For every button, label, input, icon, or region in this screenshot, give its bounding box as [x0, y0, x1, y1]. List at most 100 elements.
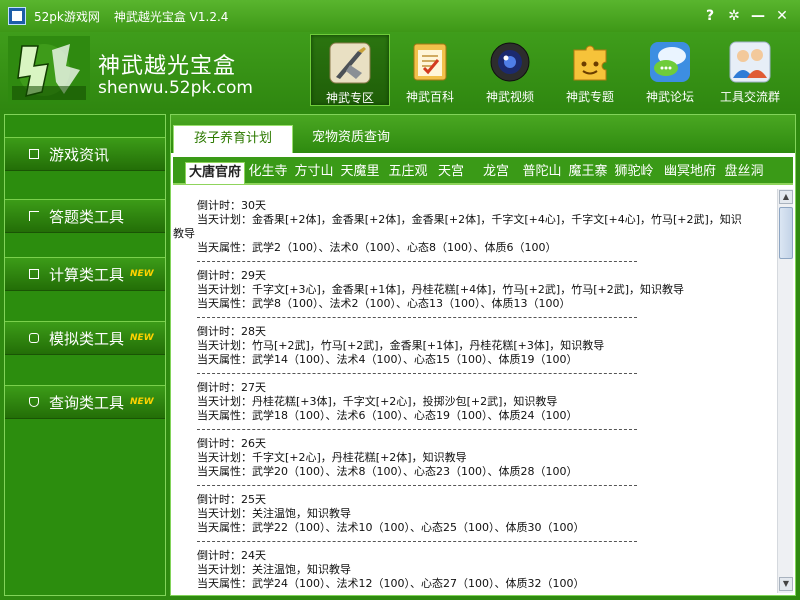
- sidebar-item-calc-tools[interactable]: 计算类工具 NEW: [5, 257, 165, 291]
- help-button[interactable]: ?: [700, 6, 720, 26]
- countdown: 倒计时：28天: [197, 325, 266, 338]
- nav-item-shenwu-topics[interactable]: 神武专题: [550, 34, 630, 106]
- brand-url: shenwu.52pk.com: [98, 78, 253, 98]
- notepad-icon: [408, 40, 452, 84]
- sect-tab[interactable]: 狮驼岭: [611, 162, 657, 184]
- close-button[interactable]: ✕: [772, 6, 792, 26]
- separator: [197, 541, 637, 542]
- nav-item-tools-group[interactable]: 工具交流群: [710, 34, 790, 106]
- countdown: 倒计时：30天: [197, 199, 266, 212]
- sect-tab[interactable]: 大唐官府: [185, 162, 245, 184]
- plan-content: 倒计时：30天 当天计划：金香果[+2体]，金香果[+2体]，金香果[+2体]，…: [173, 189, 777, 593]
- brand-name: 神武越光宝盒: [98, 54, 237, 79]
- app-icon: [8, 7, 26, 25]
- countdown: 倒计时：24天: [197, 549, 266, 562]
- nav-item-shenwu-zone[interactable]: 神武专区: [310, 34, 390, 106]
- tab-child-raising-plan[interactable]: 孩子养育计划: [173, 125, 293, 153]
- nav-label: 神武论坛: [645, 90, 694, 104]
- sidebar-item-label: 查询类工具: [49, 393, 125, 412]
- header: 神武越光宝盒 shenwu.52pk.com 神武专区 神武百科 神武视频 神武…: [0, 32, 800, 110]
- attribute-text: 当天属性：武学20（100）、法术8（100）、心态23（100）、体质28（1…: [197, 465, 578, 478]
- attribute-text: 当天属性：武学14（100）、法术4（100）、心态15（100）、体质19（1…: [197, 353, 578, 366]
- sword-shield-icon: [328, 41, 372, 85]
- plan-entry: 倒计时：26天 当天计划：千字文[+2心]，丹桂花糕[+2体]，知识教导 当天属…: [173, 437, 777, 486]
- nav-item-shenwu-wiki[interactable]: 神武百科: [390, 34, 470, 106]
- vertical-scrollbar[interactable]: ▲ ▼: [777, 189, 793, 593]
- sect-tab[interactable]: 魔王寨: [565, 162, 611, 184]
- countdown: 倒计时：25天: [197, 493, 266, 506]
- sidebar-item-label: 模拟类工具: [49, 329, 125, 348]
- plan-entry: 倒计时：24天 当天计划：关注温饱，知识教导 当天属性：武学24（100）、法术…: [173, 549, 777, 593]
- nav-item-shenwu-forum[interactable]: 神武论坛: [630, 34, 710, 106]
- plan-text-wrap: 教导: [173, 227, 195, 240]
- settings-button[interactable]: ✲: [724, 6, 744, 26]
- puzzle-icon: [568, 40, 612, 84]
- sect-tab[interactable]: 化生寺: [247, 162, 289, 184]
- thumbs-up-icon: [29, 397, 39, 407]
- sidebar-item-query-tools[interactable]: 查询类工具 NEW: [5, 385, 165, 419]
- calculator-icon: [29, 269, 39, 279]
- sidebar-item-quiz-tools[interactable]: 答题类工具: [5, 199, 165, 233]
- nav-item-shenwu-video[interactable]: 神武视频: [470, 34, 550, 106]
- gamepad-icon: [29, 333, 39, 343]
- separator: [197, 261, 637, 262]
- sect-tab[interactable]: 盘丝洞: [721, 162, 767, 184]
- nav-label: 神武视频: [485, 90, 534, 104]
- plan-text: 当天计划：金香果[+2体]，金香果[+2体]，金香果[+2体]，千字文[+4心]…: [197, 213, 742, 226]
- minimize-button[interactable]: —: [748, 6, 768, 26]
- attribute-text: 当天属性：武学8（100）、法术2（100）、心态13（100）、体质13（10…: [197, 297, 571, 310]
- game-logo: [8, 36, 90, 104]
- sidebar-item-label: 游戏资讯: [49, 145, 110, 164]
- sect-tab[interactable]: 方寸山: [293, 162, 335, 184]
- sect-tab[interactable]: 普陀山: [519, 162, 565, 184]
- plan-text: 当天计划：关注温饱，知识教导: [197, 507, 351, 520]
- plan-entry: 倒计时：25天 当天计划：关注温饱，知识教导 当天属性：武学22（100）、法术…: [173, 493, 777, 542]
- title-bar: 52pk游戏网 神武越光宝盒 V1.2.4 ? ✲ — ✕: [0, 0, 800, 32]
- news-icon: [29, 149, 39, 159]
- separator: [197, 373, 637, 374]
- site-name: 52pk游戏网: [34, 9, 100, 24]
- tab-bar: 孩子养育计划 宠物资质查询: [171, 115, 795, 153]
- attribute-text: 当天属性：武学24（100）、法术12（100）、心态27（100）、体质32（…: [197, 577, 585, 590]
- sect-tab[interactable]: 天宫: [435, 162, 467, 184]
- sidebar-item-sim-tools[interactable]: 模拟类工具 NEW: [5, 321, 165, 355]
- sect-tab[interactable]: 幽冥地府: [659, 162, 721, 184]
- sidebar-item-game-news[interactable]: 游戏资讯: [5, 137, 165, 171]
- scroll-down-icon[interactable]: ▼: [779, 577, 793, 591]
- plan-entry: 倒计时：27天 当天计划：丹桂花糕[+3体]，千字文[+2心]，投掷沙包[+2武…: [173, 381, 777, 430]
- users-icon: [728, 40, 772, 84]
- plan-entry: 倒计时：28天 当天计划：竹马[+2武]，竹马[+2武]，金香果[+1体]，丹桂…: [173, 325, 777, 374]
- sidebar: 游戏资讯 答题类工具 计算类工具 NEW 模拟类工具 NEW 查询类工具 NEW: [4, 114, 166, 596]
- plan-text: 当天计划：丹桂花糕[+3体]，千字文[+2心]，投掷沙包[+2武]，知识教导: [197, 395, 558, 408]
- new-badge: NEW: [130, 269, 154, 279]
- nav-label: 工具交流群: [719, 90, 780, 104]
- sect-tab[interactable]: 龙宫: [479, 162, 513, 184]
- sidebar-item-label: 答题类工具: [49, 207, 125, 226]
- camera-lens-icon: [488, 40, 532, 84]
- chat-bubbles-icon: [648, 40, 692, 84]
- plan-text: 当天计划：千字文[+2心]，丹桂花糕[+2体]，知识教导: [197, 451, 467, 464]
- attribute-text: 当天属性：武学2（100）、法术0（100）、心态8（100）、体质6（100）: [197, 241, 557, 254]
- plan-entry: 倒计时：30天 当天计划：金香果[+2体]，金香果[+2体]，金香果[+2体]，…: [173, 199, 777, 262]
- main-panel: 孩子养育计划 宠物资质查询 大唐官府 化生寺 方寸山 天魔里 五庄观 天宫 龙宫…: [170, 114, 796, 596]
- sect-tab[interactable]: 五庄观: [385, 162, 431, 184]
- scroll-up-icon[interactable]: ▲: [779, 190, 793, 204]
- countdown: 倒计时：29天: [197, 269, 266, 282]
- scroll-thumb[interactable]: [779, 207, 793, 259]
- separator: [197, 429, 637, 430]
- nav-label: 神武专区: [325, 91, 374, 105]
- sidebar-item-label: 计算类工具: [49, 265, 125, 284]
- flag-icon: [29, 211, 39, 221]
- plan-entry: 倒计时：29天 当天计划：千字文[+3心]，金香果[+1体]，丹桂花糕[+4体]…: [173, 269, 777, 318]
- top-nav: 神武专区 神武百科 神武视频 神武专题 神武论坛 工具交流群: [310, 34, 790, 106]
- plan-text: 当天计划：关注温饱，知识教导: [197, 563, 351, 576]
- tab-pet-aptitude-query[interactable]: 宠物资质查询: [301, 125, 401, 153]
- sect-tab[interactable]: 天魔里: [337, 162, 383, 184]
- plan-text: 当天计划：千字文[+3心]，金香果[+1体]，丹桂花糕[+4体]，竹马[+2武]…: [197, 283, 684, 296]
- sect-bar: 大唐官府 化生寺 方寸山 天魔里 五庄观 天宫 龙宫 普陀山 魔王寨 狮驼岭 幽…: [173, 157, 793, 185]
- separator: [197, 485, 637, 486]
- new-badge: NEW: [130, 397, 154, 407]
- nav-label: 神武专题: [565, 90, 614, 104]
- attribute-text: 当天属性：武学22（100）、法术10（100）、心态25（100）、体质30（…: [197, 521, 585, 534]
- nav-label: 神武百科: [405, 90, 454, 104]
